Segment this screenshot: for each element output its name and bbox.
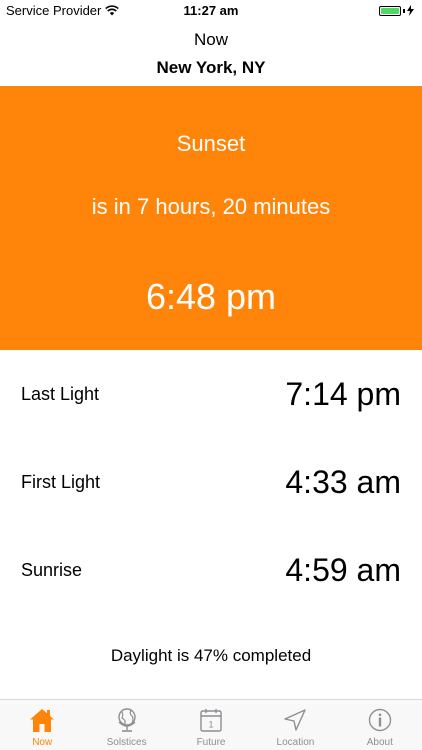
- next-event-panel: Sunset is in 7 hours, 20 minutes 6:48 pm: [0, 86, 422, 350]
- tab-solstices[interactable]: Solstices: [84, 700, 168, 750]
- location-name: New York, NY: [156, 58, 266, 77]
- battery-icon: [379, 5, 401, 16]
- tab-label: Future: [196, 737, 226, 748]
- daylight-progress-text: Daylight is 47% completed: [110, 646, 312, 665]
- tab-label: Now: [32, 737, 53, 748]
- info-icon: [368, 708, 392, 732]
- next-event-time: 6:48 pm: [145, 276, 277, 317]
- row-value: 7:14 pm: [285, 376, 401, 412]
- next-event-name: Sunset: [176, 131, 246, 156]
- page-title: Now: [193, 30, 228, 49]
- charging-bolt-icon: [407, 5, 414, 16]
- tab-about[interactable]: About: [338, 700, 422, 750]
- row-label: Sunrise: [21, 560, 83, 580]
- status-time: 11:27 am: [183, 3, 239, 18]
- row-label: First Light: [21, 472, 101, 492]
- battery-indicator: [379, 5, 414, 16]
- tab-future[interactable]: 1 Future: [169, 700, 253, 750]
- tab-location[interactable]: Location: [253, 700, 337, 750]
- status-bar: Service Provider 11:27 am: [0, 0, 422, 22]
- svg-text:1: 1: [209, 720, 214, 730]
- row-label: Last Light: [21, 384, 100, 404]
- next-event-countdown: is in 7 hours, 20 minutes: [91, 194, 331, 219]
- tab-label: Solstices: [106, 737, 147, 748]
- tab-now[interactable]: Now: [0, 700, 84, 750]
- time-row-first-light: First Light 4:33 am: [0, 438, 422, 526]
- time-row-sunrise: Sunrise 4:59 am: [0, 526, 422, 614]
- row-value: 4:59 am: [285, 552, 401, 588]
- globe-icon: [117, 708, 136, 732]
- location-arrow-icon: [284, 709, 307, 731]
- tab-label: Location: [276, 737, 315, 748]
- house-icon: [30, 709, 55, 732]
- tab-label: About: [366, 737, 393, 748]
- calendar-icon: 1: [200, 709, 222, 732]
- time-row-last-light: Last Light 7:14 pm: [0, 350, 422, 438]
- row-value: 4:33 am: [285, 464, 401, 500]
- tab-bar: Now Solstices 1 Future Location About: [0, 699, 422, 750]
